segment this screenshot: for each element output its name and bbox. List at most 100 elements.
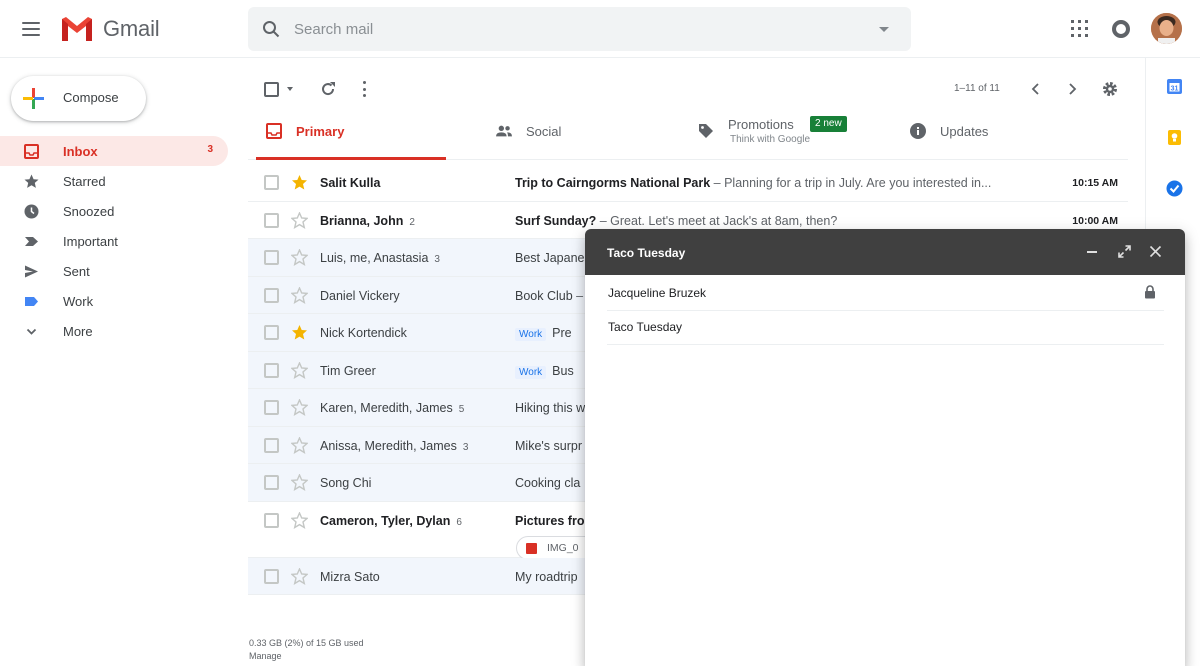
calendar-icon[interactable]: 31 — [1166, 78, 1183, 95]
expand-icon[interactable] — [1118, 245, 1131, 258]
account-status-icon[interactable] — [1112, 20, 1130, 38]
keep-icon[interactable] — [1166, 129, 1183, 146]
chevron-down-icon — [26, 328, 37, 335]
label-chip: Work — [515, 328, 547, 341]
message-preview: Surf Sunday? – Great. Let's meet at Jack… — [515, 213, 838, 228]
compose-window-header[interactable]: Taco Tuesday — [585, 229, 1185, 275]
tab-label: Primary — [296, 124, 345, 139]
tab-promotions[interactable]: Promotions 2 new Think with Google — [688, 110, 898, 160]
subject-field[interactable]: Taco Tuesday — [607, 311, 1164, 345]
sidebar-item-label: Important — [63, 234, 118, 249]
top-bar: Gmail — [0, 0, 1200, 58]
timestamp: 10:00 AM — [1072, 214, 1118, 227]
sender: Anissa, Meredith, James 3 — [320, 438, 469, 453]
star-icon[interactable] — [291, 174, 308, 191]
sidebar-item-label: Sent — [63, 264, 90, 279]
chevron-right-icon[interactable] — [1066, 81, 1078, 97]
image-icon — [526, 542, 537, 554]
star-outline-icon[interactable] — [291, 567, 308, 585]
lock-icon[interactable] — [1144, 285, 1156, 299]
tab-label: Updates — [940, 124, 989, 139]
sidebar-item-important[interactable]: Important — [0, 226, 228, 256]
search-options-icon[interactable] — [879, 27, 889, 32]
row-checkbox[interactable] — [264, 400, 279, 415]
star-outline-icon[interactable] — [291, 399, 308, 416]
star-icon[interactable] — [291, 324, 308, 341]
star-outline-icon[interactable] — [291, 436, 308, 454]
row-checkbox[interactable] — [264, 362, 279, 378]
tab-primary[interactable]: Primary — [256, 110, 446, 160]
sender: Nick Kortendick — [320, 326, 407, 340]
compose-label: Compose — [63, 90, 119, 105]
sidebar-item-inbox[interactable]: Inbox 3 — [0, 136, 228, 166]
attachment-name: IMG_0 — [547, 541, 579, 554]
row-checkbox[interactable] — [264, 287, 279, 303]
storage-info: 0.33 GB (2%) of 15 GB used Manage — [249, 637, 364, 663]
select-options-icon[interactable] — [287, 87, 293, 91]
timestamp: 10:15 AM — [1072, 177, 1118, 189]
sender: Daniel Vickery — [320, 288, 400, 303]
star-outline-icon[interactable] — [291, 211, 308, 229]
table-row[interactable]: Salit Kulla Trip to Cairngorms National … — [248, 164, 1128, 202]
minimize-icon[interactable] — [1087, 251, 1097, 253]
close-icon[interactable] — [1149, 245, 1162, 258]
svg-text:31: 31 — [1171, 86, 1179, 93]
select-all-checkbox[interactable] — [264, 82, 279, 97]
sidebar-item-starred[interactable]: Starred — [0, 166, 228, 196]
more-options-icon[interactable] — [363, 81, 367, 97]
tab-subtitle: Think with Google — [730, 134, 811, 145]
sidebar-item-snoozed[interactable]: Snoozed — [0, 196, 228, 226]
row-checkbox[interactable] — [264, 212, 279, 228]
star-outline-icon[interactable] — [291, 286, 308, 304]
row-checkbox[interactable] — [264, 512, 279, 528]
inbox-icon — [24, 144, 39, 159]
people-icon — [496, 125, 512, 137]
app-name: Gmail — [103, 16, 160, 41]
label-chip: Work — [515, 365, 547, 379]
star-icon — [24, 174, 39, 188]
manage-storage-link[interactable]: Manage — [249, 650, 364, 663]
row-checkbox[interactable] — [264, 175, 279, 190]
sidebar-item-sent[interactable]: Sent — [0, 256, 228, 286]
search-bar[interactable] — [248, 7, 911, 51]
pagination-range: 1–11 of 11 — [954, 83, 1000, 94]
sender: Cameron, Tyler, Dylan 6 — [320, 513, 462, 528]
tasks-icon[interactable] — [1166, 180, 1183, 197]
tab-social[interactable]: Social — [486, 110, 686, 160]
tab-updates[interactable]: Updates — [900, 110, 1100, 160]
tab-label: Social — [526, 124, 562, 139]
important-icon — [25, 237, 38, 246]
apps-grid-icon[interactable] — [1071, 20, 1088, 37]
message-preview: Trip to Cairngorms National Park – Plann… — [515, 176, 992, 190]
sidebar-item-work[interactable]: Work — [0, 286, 228, 316]
compose-window: Taco Tuesday Jacqueline Bruzek Taco Tues… — [585, 229, 1185, 666]
refresh-icon[interactable] — [320, 81, 336, 97]
star-outline-icon[interactable] — [291, 249, 308, 266]
send-icon — [25, 265, 38, 278]
row-checkbox[interactable] — [264, 437, 279, 453]
gear-icon[interactable] — [1101, 80, 1119, 98]
star-outline-icon[interactable] — [291, 361, 308, 379]
sidebar-item-more[interactable]: More — [0, 316, 228, 346]
gmail-m-icon — [62, 17, 92, 41]
recipients-field[interactable]: Jacqueline Bruzek — [607, 277, 1164, 311]
sidebar-item-label: More — [63, 324, 93, 339]
row-checkbox[interactable] — [264, 568, 279, 584]
row-checkbox[interactable] — [264, 325, 279, 340]
row-checkbox[interactable] — [264, 475, 279, 490]
chevron-left-icon[interactable] — [1030, 81, 1042, 97]
row-checkbox[interactable] — [264, 250, 279, 265]
sidebar-item-label: Snoozed — [63, 204, 115, 219]
main-menu-icon[interactable] — [21, 19, 41, 39]
sender: Brianna, John 2 — [320, 213, 415, 228]
sidebar-item-label: Inbox — [63, 144, 98, 159]
gmail-logo[interactable]: Gmail — [60, 14, 160, 44]
sender: Salit Kulla — [320, 176, 381, 190]
search-icon[interactable] — [262, 20, 280, 38]
sender: Tim Greer — [320, 363, 376, 378]
star-outline-icon[interactable] — [291, 474, 308, 491]
avatar[interactable] — [1151, 13, 1182, 44]
star-outline-icon[interactable] — [291, 511, 308, 529]
compose-button[interactable]: Compose — [11, 76, 146, 121]
search-input[interactable] — [294, 17, 854, 41]
